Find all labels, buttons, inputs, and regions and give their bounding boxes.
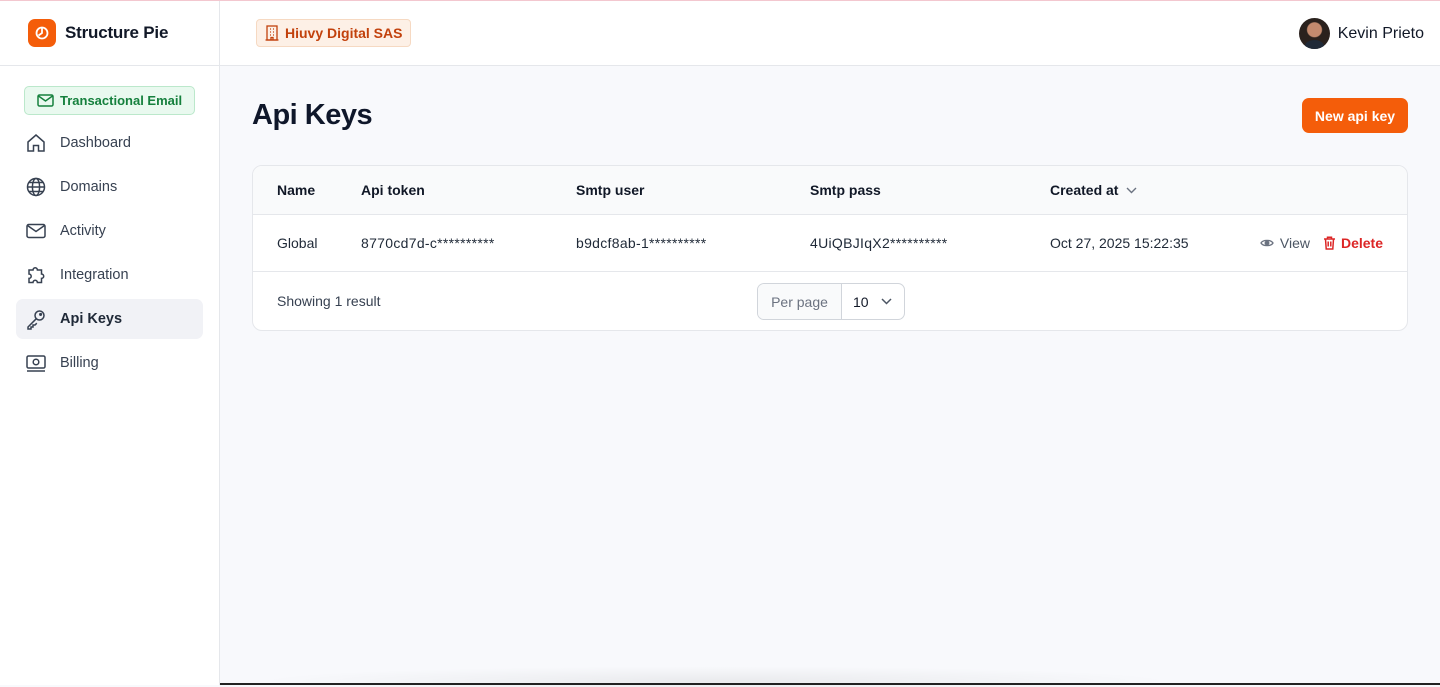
column-header-smtp-user: Smtp user [576, 182, 645, 198]
column-header-label: Created at [1050, 182, 1119, 198]
sidebar-item-label: Activity [60, 223, 106, 239]
cell-api-token: 8770cd7d-c********** [361, 235, 495, 251]
avatar [1298, 18, 1330, 49]
new-api-key-button[interactable]: New api key [1302, 98, 1408, 133]
brand-logo-icon [28, 19, 56, 47]
sidebar-item-integration[interactable]: Integration [16, 255, 203, 295]
view-label: View [1279, 235, 1310, 251]
sidebar-nav: Dashboard Domains Activity Integration A… [0, 123, 219, 383]
results-count: Showing 1 result [277, 293, 381, 309]
puzzle-icon [24, 263, 48, 287]
cell-name: Global [277, 235, 318, 251]
column-header-name: Name [277, 182, 316, 198]
column-header-api-token: Api token [361, 182, 425, 198]
column-header-smtp-pass: Smtp pass [810, 182, 881, 198]
bottom-shadow [250, 666, 1180, 687]
sidebar-item-billing[interactable]: Billing [16, 343, 203, 383]
view-button[interactable]: View [1260, 235, 1310, 251]
key-icon [24, 307, 48, 331]
sidebar-item-label: Api Keys [60, 311, 123, 327]
brand[interactable]: Structure Pie [0, 1, 219, 66]
user-menu[interactable]: Kevin Prieto [1298, 18, 1424, 49]
chevron-down-icon [881, 298, 892, 305]
row-actions: View Delete [1260, 215, 1383, 271]
cell-created-at: Oct 27, 2025 15:22:35 [1050, 235, 1189, 251]
product-badge[interactable]: Transactional Email [24, 86, 195, 115]
main-content: Api Keys New api key Name Api token Smtp… [220, 66, 1440, 687]
api-keys-table: Name Api token Smtp user Smtp pass Creat… [252, 165, 1408, 331]
envelope-icon [24, 219, 48, 243]
product-badge-label: Transactional Email [60, 93, 183, 108]
per-page-select[interactable]: 10 [842, 284, 904, 319]
banknote-icon [24, 351, 48, 375]
building-icon [265, 25, 279, 41]
brand-name: Structure Pie [65, 23, 169, 42]
top-bar: Hiuvy Digital SAS Kevin Prieto [220, 1, 1440, 66]
eye-icon [1260, 239, 1274, 247]
sidebar-item-activity[interactable]: Activity [16, 211, 203, 251]
org-switcher[interactable]: Hiuvy Digital SAS [256, 19, 412, 47]
app-frame: Structure Pie Transactional Email Dashbo… [0, 1, 1440, 687]
per-page-value: 10 [853, 293, 869, 310]
sidebar-item-domains[interactable]: Domains [16, 167, 203, 207]
envelope-icon [37, 94, 54, 107]
sidebar-item-dashboard[interactable]: Dashboard [16, 123, 203, 163]
chevron-down-icon [1126, 187, 1137, 193]
globe-icon [24, 175, 48, 199]
home-icon [24, 131, 48, 155]
page-title: Api Keys [252, 99, 373, 131]
per-page-control: Per page 10 [757, 283, 905, 320]
sidebar-item-label: Domains [60, 179, 118, 195]
cell-smtp-user: b9dcf8ab-1********** [576, 235, 707, 251]
sidebar: Structure Pie Transactional Email Dashbo… [0, 1, 220, 685]
trash-icon [1323, 236, 1335, 250]
user-name: Kevin Prieto [1337, 24, 1424, 42]
delete-label: Delete [1340, 235, 1383, 251]
sidebar-item-label: Billing [60, 355, 99, 371]
org-name: Hiuvy Digital SAS [285, 25, 403, 41]
sidebar-item-api-keys[interactable]: Api Keys [16, 299, 203, 339]
delete-button[interactable]: Delete [1323, 235, 1383, 251]
sidebar-item-label: Integration [60, 267, 129, 283]
per-page-label: Per page [758, 284, 842, 319]
table-row: Global 8770cd7d-c********** b9dcf8ab-1**… [253, 215, 1407, 272]
column-header-created-at[interactable]: Created at [1050, 166, 1137, 214]
table-header: Name Api token Smtp user Smtp pass Creat… [253, 166, 1407, 215]
sidebar-item-label: Dashboard [60, 135, 131, 151]
cell-smtp-pass: 4UiQBJIqX2********** [810, 235, 948, 251]
table-footer: Showing 1 result Per page 10 [253, 272, 1407, 330]
